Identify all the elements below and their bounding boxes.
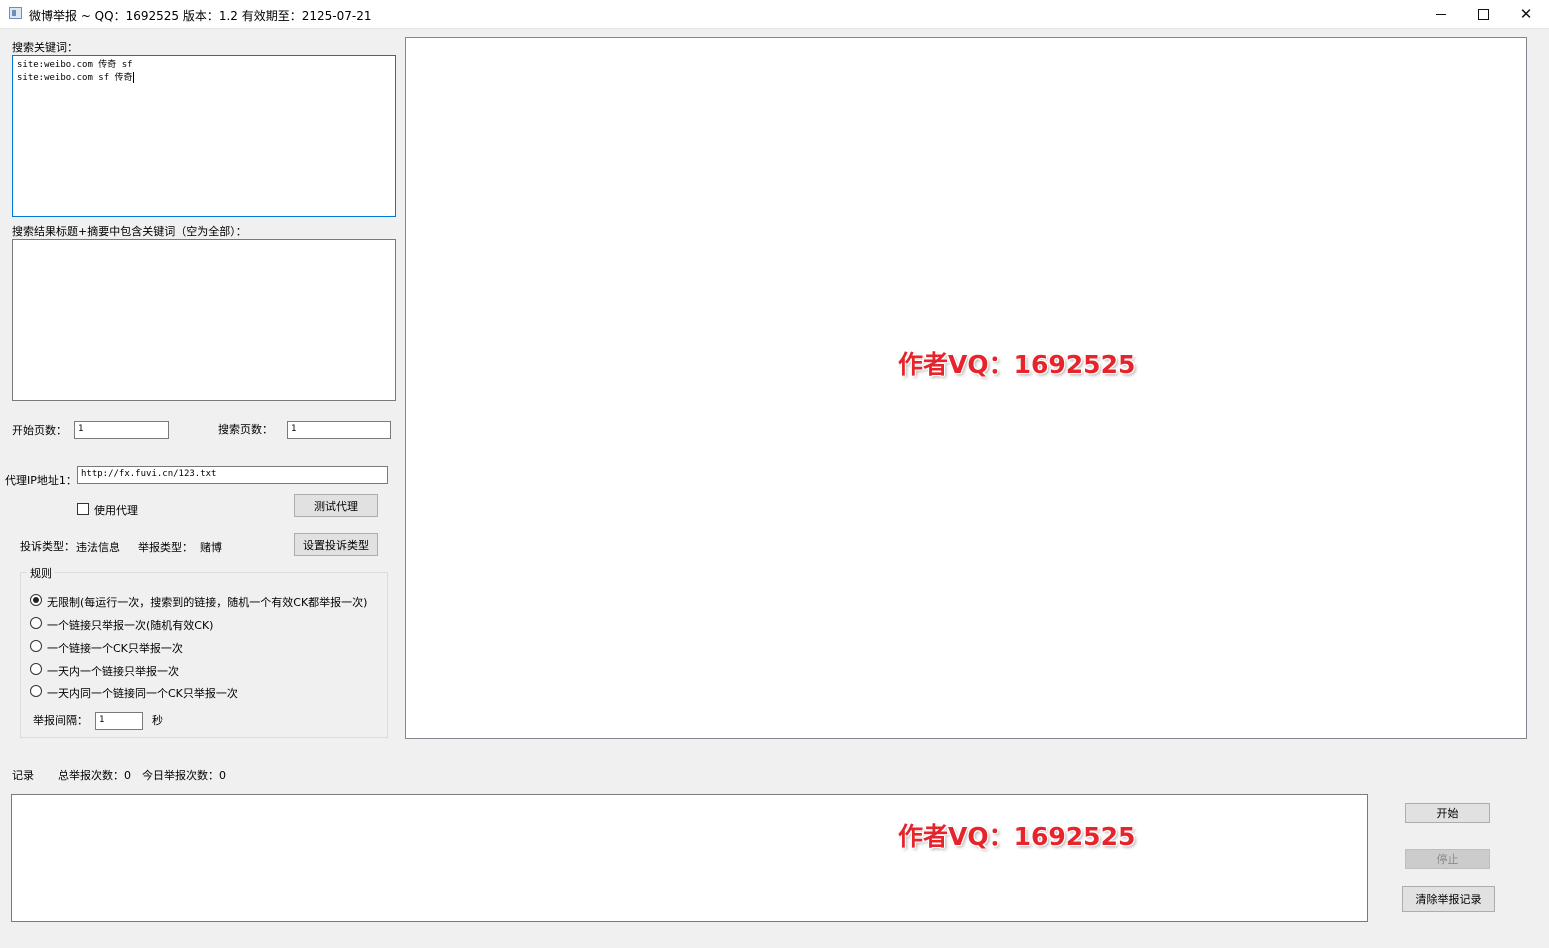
total-report-count: 总举报次数：0 xyxy=(58,769,131,782)
rule-radio-once-per-day-link[interactable] xyxy=(30,663,42,675)
rules-title: 规则 xyxy=(27,565,55,581)
maximize-button[interactable] xyxy=(1460,0,1506,28)
test-proxy-button[interactable]: 测试代理 xyxy=(294,494,378,517)
today-report-count: 今日举报次数：0 xyxy=(142,769,226,782)
watermark-text: 作者VQ：1692525 xyxy=(898,822,1136,851)
rule-radio-once-per-link[interactable] xyxy=(30,617,42,629)
close-button[interactable]: ✕ xyxy=(1503,0,1549,28)
start-page-input[interactable]: 1 xyxy=(74,421,169,439)
rule-label: 一个链接一个CK只举报一次 xyxy=(47,642,183,655)
keywords-line: site:weibo.com 传奇 sf xyxy=(17,60,133,70)
use-proxy-label: 使用代理 xyxy=(94,504,138,517)
rule-label: 无限制(每运行一次，搜索到的链接，随机一个有效CK都举报一次) xyxy=(47,596,368,609)
keywords-label: 搜索关键词： xyxy=(12,41,78,54)
clear-records-button[interactable]: 清除举报记录 xyxy=(1402,886,1495,912)
complaint-type-value: 违法信息 xyxy=(76,541,120,554)
rule-radio-once-per-link-ck[interactable] xyxy=(30,640,42,652)
keywords-textarea[interactable]: site:weibo.com 传奇 sf site:weibo.com sf 传奇 xyxy=(12,55,396,217)
rule-label: 一个链接只举报一次(随机有效CK) xyxy=(47,619,214,632)
maximize-icon xyxy=(1477,8,1489,20)
minimize-icon xyxy=(1436,13,1446,15)
proxy-url-input[interactable]: http://fx.fuvi.cn/123.txt xyxy=(77,466,388,484)
report-type-value: 赌博 xyxy=(200,541,222,554)
keywords-line: site:weibo.com sf 传奇 xyxy=(17,73,133,83)
set-complaint-type-button[interactable]: 设置投诉类型 xyxy=(294,533,378,556)
interval-label: 举报间隔： xyxy=(33,714,88,727)
stop-button[interactable]: 停止 xyxy=(1405,849,1490,869)
radio-selected-dot xyxy=(33,597,39,603)
title-bar[interactable]: 微博举报 ~ QQ：1692525 版本：1.2 有效期至：2125-07-21… xyxy=(0,0,1549,29)
filter-textarea[interactable] xyxy=(12,239,396,401)
rule-radio-unlimited[interactable] xyxy=(30,594,42,606)
rule-radio-once-per-day-link-ck[interactable] xyxy=(30,685,42,697)
interval-input[interactable]: 1 xyxy=(95,712,143,730)
use-proxy-checkbox[interactable] xyxy=(77,503,89,515)
log-textarea[interactable] xyxy=(11,794,1368,922)
rule-label: 一天内同一个链接同一个CK只举报一次 xyxy=(47,687,238,700)
start-page-label: 开始页数： xyxy=(12,424,67,437)
rule-label: 一天内一个链接只举报一次 xyxy=(47,665,179,678)
search-pages-input[interactable]: 1 xyxy=(287,421,391,439)
browser-panel[interactable] xyxy=(405,37,1527,739)
log-label: 记录 xyxy=(12,769,34,782)
interval-unit: 秒 xyxy=(152,714,163,727)
proxy-label: 代理IP地址1： xyxy=(5,474,77,487)
report-type-label: 举报类型： xyxy=(138,541,193,554)
watermark-text: 作者VQ：1692525 xyxy=(898,350,1136,379)
start-button[interactable]: 开始 xyxy=(1405,803,1490,823)
search-pages-label: 搜索页数： xyxy=(218,423,273,436)
text-caret xyxy=(132,72,134,83)
filter-label: 搜索结果标题+摘要中包含关键词（空为全部）： xyxy=(12,225,247,238)
close-icon: ✕ xyxy=(1519,5,1533,23)
window-title: 微博举报 ~ QQ：1692525 版本：1.2 有效期至：2125-07-21 xyxy=(29,9,372,23)
complaint-type-label: 投诉类型： xyxy=(20,540,75,553)
minimize-button[interactable] xyxy=(1418,0,1464,28)
app-icon xyxy=(9,7,22,19)
